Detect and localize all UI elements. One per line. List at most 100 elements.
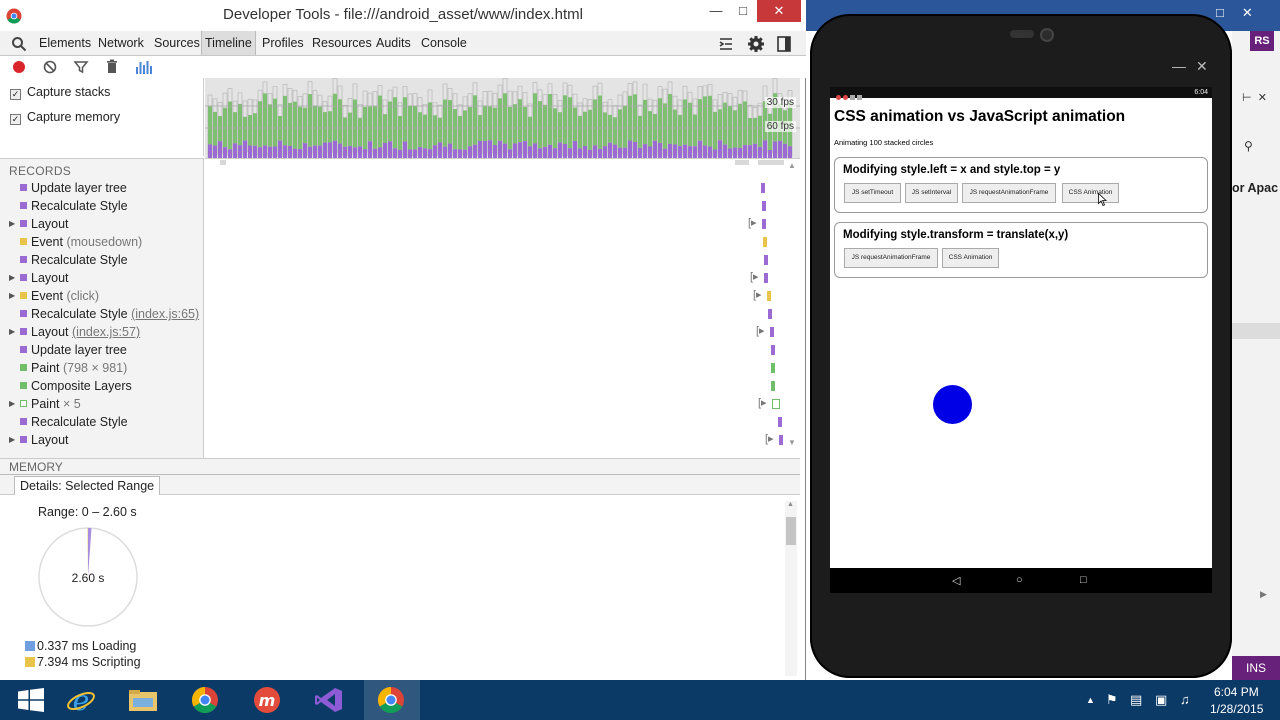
search-icon[interactable] — [11, 36, 27, 52]
tab-resources[interactable]: Resources — [309, 31, 375, 55]
scroll-up-icon[interactable]: ▲ — [787, 501, 794, 508]
record-row[interactable]: Recalculate Style — [0, 413, 204, 431]
timeline-group-bracket[interactable]: [▸ — [765, 432, 774, 445]
search-icon[interactable]: ⚲ — [1244, 139, 1253, 153]
filter-icon[interactable] — [72, 58, 90, 76]
timeline-group-bracket[interactable]: [▸ — [756, 324, 765, 337]
tab-network[interactable]: Network — [95, 31, 147, 55]
emulator-close-button[interactable]: ✕ — [1196, 58, 1208, 75]
taskbar-mobizen[interactable]: m — [240, 680, 296, 720]
scroll-down-icon[interactable]: ▼ — [788, 438, 796, 447]
capture-stacks-checkbox[interactable]: ✓ — [10, 89, 21, 100]
record-row[interactable]: ▶ Paint × 5 — [0, 395, 204, 413]
record-icon[interactable] — [10, 58, 28, 76]
record-row[interactable]: ▶ Layout — [0, 215, 204, 233]
record-row[interactable]: ▶ Event (click) — [0, 287, 204, 305]
console-drawer-icon[interactable] — [718, 36, 736, 52]
record-row[interactable]: Update layer tree — [0, 179, 204, 197]
record-row[interactable]: Recalculate Style — [0, 197, 204, 215]
timeline-record-bar[interactable] — [762, 219, 766, 229]
details-scrollbar[interactable]: ▲ — [785, 501, 797, 676]
timeline-overview[interactable]: 30 fps 60 fps — [205, 78, 800, 158]
timeline-record-bar[interactable] — [771, 381, 775, 391]
timeline-group-bracket[interactable]: [▸ — [753, 288, 762, 301]
record-row[interactable]: Composite Layers — [0, 377, 204, 395]
close-button[interactable]: ✕ — [757, 0, 801, 22]
timeline-record-bar[interactable] — [770, 327, 774, 337]
recents-icon[interactable]: □ — [1080, 574, 1087, 586]
trash-icon[interactable] — [103, 58, 121, 76]
timeline-record-bar[interactable] — [779, 435, 783, 445]
js-settimeout-button[interactable]: JS setTimeout — [844, 183, 901, 203]
tab-elements[interactable]: Elements — [36, 31, 94, 55]
timeline-record-bar[interactable] — [771, 345, 775, 355]
record-row[interactable]: Update layer tree — [0, 341, 204, 359]
transform-js-requestanimationframe-button[interactable]: JS requestAnimationFrame — [844, 248, 938, 268]
pin-icon[interactable]: ⊢ ✕ — [1242, 91, 1267, 104]
css-animation-button[interactable]: CSS Animation — [1062, 183, 1119, 203]
expand-arrow-icon[interactable]: ▶ — [9, 395, 15, 413]
volume-icon[interactable]: ♫ — [1180, 692, 1190, 707]
background-window-controls[interactable]: □ ✕ — [1216, 5, 1253, 21]
taskbar-chrome[interactable] — [178, 680, 234, 720]
emulator-minimize-button[interactable]: — — [1172, 58, 1186, 74]
timeline-record-bar[interactable] — [771, 363, 775, 373]
js-requestanimationframe-button[interactable]: JS requestAnimationFrame — [962, 183, 1056, 203]
tab-audits[interactable]: Audits — [373, 31, 414, 55]
tray-expand-icon[interactable]: ▲ — [1086, 695, 1095, 705]
record-row[interactable]: ▶ Layout (index.js:57) — [0, 323, 204, 341]
maximize-button[interactable]: □ — [729, 0, 757, 22]
memory-section[interactable]: MEMORY — [0, 458, 800, 474]
minimize-button[interactable]: — — [702, 0, 730, 22]
scroll-right-icon[interactable]: ▶ — [1260, 589, 1267, 600]
frames-view-icon[interactable] — [134, 58, 152, 76]
js-setinterval-button[interactable]: JS setInterval — [905, 183, 958, 203]
expand-arrow-icon[interactable]: ▶ — [9, 431, 15, 449]
timeline-record-bar[interactable] — [763, 237, 767, 247]
taskbar-file-explorer[interactable] — [116, 680, 172, 720]
capture-memory-checkbox[interactable]: ✓ — [10, 114, 21, 125]
expand-arrow-icon[interactable]: ▶ — [9, 269, 15, 287]
tab-profiles[interactable]: Profiles — [259, 31, 307, 55]
capture-memory-option[interactable]: ✓ Capture memory — [10, 110, 120, 128]
timeline-record-bar[interactable] — [772, 399, 780, 409]
tab-timeline[interactable]: Timeline — [201, 31, 256, 55]
record-row[interactable]: Event (mousedown) — [0, 233, 204, 251]
timeline-record-bar[interactable] — [768, 309, 772, 319]
record-row[interactable]: Recalculate Style (index.js:65) — [0, 305, 204, 323]
capture-stacks-option[interactable]: ✓ Capture stacks — [10, 85, 110, 103]
scroll-up-icon[interactable]: ▲ — [788, 161, 796, 170]
home-icon[interactable]: ○ — [1016, 574, 1023, 586]
tab-details-selected-range[interactable]: Details: Selected Range — [14, 476, 161, 496]
tab-sources[interactable]: Sources — [151, 31, 203, 55]
record-source-link[interactable]: (index.js:65) — [131, 307, 199, 321]
network-icon[interactable]: ▣ — [1155, 692, 1167, 708]
timeline-record-bar[interactable] — [764, 255, 768, 265]
clear-icon[interactable] — [41, 58, 59, 76]
timeline-record-bar[interactable] — [767, 291, 771, 301]
record-row[interactable]: Recalculate Style — [0, 251, 204, 269]
expand-arrow-icon[interactable]: ▶ — [9, 215, 15, 233]
tab-console[interactable]: Console — [418, 31, 470, 55]
clock-date[interactable]: 1/28/2015 — [1210, 702, 1263, 716]
taskbar-chrome-active[interactable] — [364, 680, 420, 720]
taskbar-ie[interactable]: e — [54, 680, 110, 720]
timeline-group-bracket[interactable]: [▸ — [750, 270, 759, 283]
details-scroll-thumb[interactable] — [786, 517, 796, 545]
timeline-record-bar[interactable] — [762, 201, 766, 211]
clock-time[interactable]: 6:04 PM — [1214, 685, 1259, 699]
avatar[interactable]: RS — [1250, 31, 1274, 51]
timeline-record-bar[interactable] — [761, 183, 765, 193]
expand-arrow-icon[interactable]: ▶ — [9, 287, 15, 305]
record-row[interactable]: Paint (798 × 981) — [0, 359, 204, 377]
expand-arrow-icon[interactable]: ▶ — [9, 323, 15, 341]
device-icon[interactable]: ▤ — [1130, 692, 1142, 708]
transform-css-animation-button[interactable]: CSS Animation — [942, 248, 999, 268]
timeline-record-bar[interactable] — [764, 273, 768, 283]
record-row[interactable]: ▶ Layout — [0, 431, 204, 449]
timeline-group-bracket[interactable]: [▸ — [748, 216, 757, 229]
record-source-link[interactable]: (index.js:57) — [72, 325, 140, 339]
dock-icon[interactable] — [777, 36, 791, 52]
record-row[interactable]: ▶ Layout — [0, 269, 204, 287]
gear-icon[interactable] — [747, 35, 765, 53]
